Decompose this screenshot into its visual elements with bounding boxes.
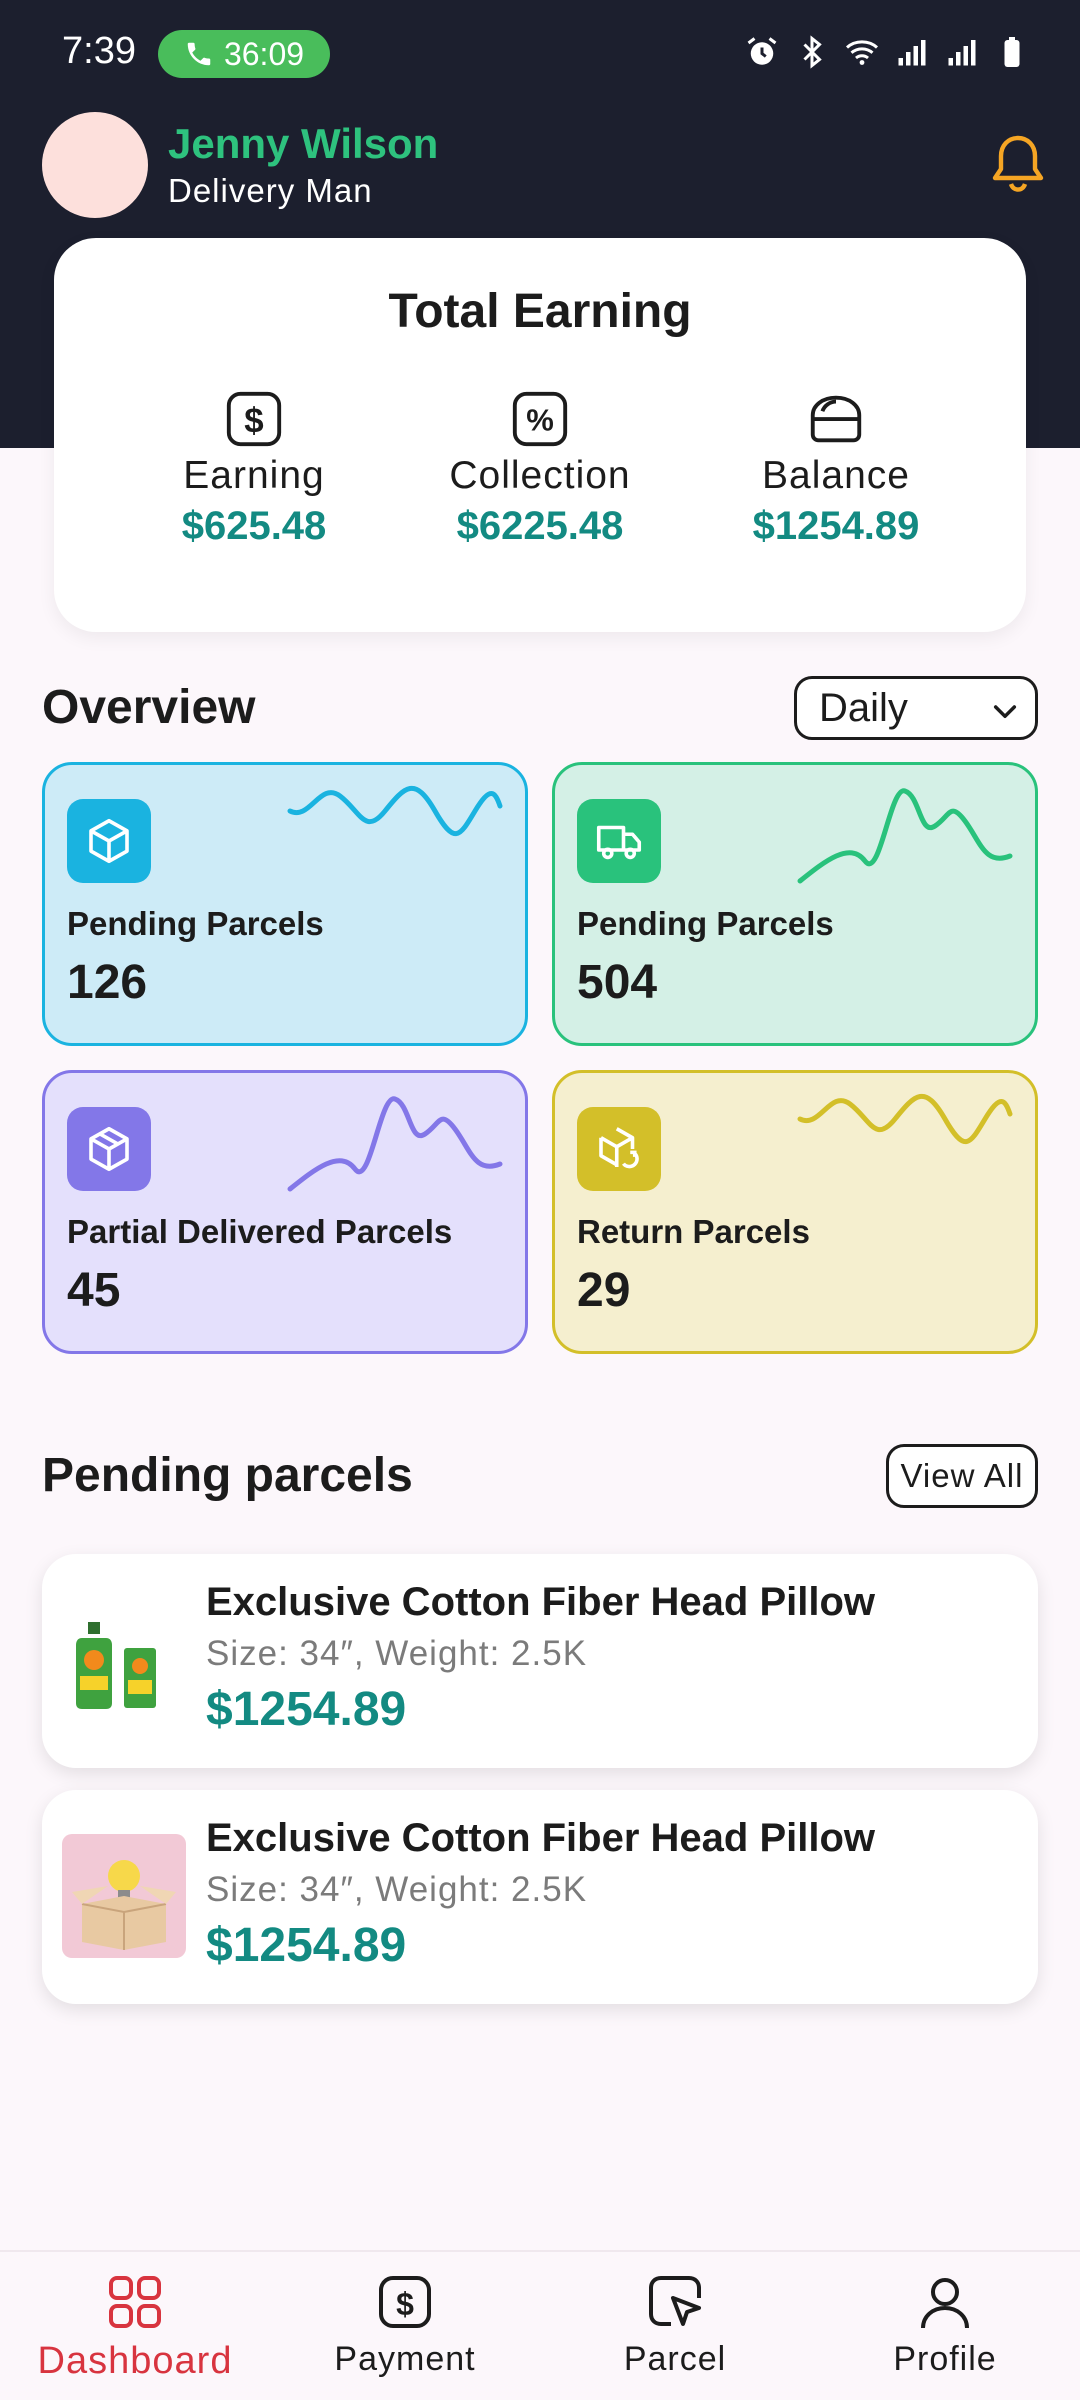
battery-icon: [1004, 37, 1020, 67]
total-earning-card: Total Earning $ Earning $625.48 % Collec…: [54, 238, 1026, 632]
box-icon: [67, 1107, 151, 1191]
parcel-price: $1254.89: [206, 1919, 407, 1972]
svg-text:$: $: [244, 402, 263, 441]
overview-card-pending-parcels-2[interactable]: Pending Parcels 504: [552, 762, 1038, 1046]
parcel-title: Exclusive Cotton Fiber Head Pillow: [206, 1580, 876, 1624]
collection-label: Collection: [449, 454, 631, 497]
bottom-navigation: Dashboard $ Payment Parcel Profile: [0, 2250, 1080, 2400]
period-dropdown-value: Daily: [819, 685, 908, 730]
chevron-down-icon: [993, 705, 1017, 719]
trend-sparkline: [287, 786, 503, 837]
bluetooth-icon: [803, 35, 822, 69]
pending-parcels-title: Pending parcels: [42, 1449, 413, 1502]
overview-card-label: Return Parcels: [577, 1213, 810, 1250]
nav-item-parcel[interactable]: Parcel: [540, 2270, 810, 2379]
wifi-icon: [845, 40, 879, 65]
parcel-meta: Size: 34″, Weight: 2.5K: [206, 1634, 588, 1673]
collection-stat: % Collection $6225.48: [390, 388, 690, 549]
overview-card-label: Pending Parcels: [67, 905, 324, 942]
alarm-icon: [747, 37, 777, 65]
parcel-icon: [649, 2276, 701, 2326]
trend-sparkline: [797, 1094, 1013, 1145]
parcel-price: $1254.89: [206, 1683, 407, 1736]
truck-icon: [577, 799, 661, 883]
overview-card-value: 504: [577, 956, 658, 1009]
overview-card-pending-parcels[interactable]: Pending Parcels 126: [42, 762, 528, 1046]
svg-text:%: %: [526, 403, 554, 438]
trend-sparkline: [797, 788, 1013, 884]
overview-card-partial-delivered-parcels[interactable]: Partial Delivered Parcels 45: [42, 1070, 528, 1354]
status-bar: 7:39 36:09: [0, 0, 1080, 110]
total-earning-title: Total Earning: [388, 285, 692, 338]
avatar[interactable]: [42, 112, 148, 218]
user-role: Delivery Man: [168, 172, 373, 209]
balance-value: $1254.89: [752, 504, 920, 548]
balance-label: Balance: [762, 454, 910, 497]
nav-label: Profile: [893, 2340, 997, 2378]
nav-label: Payment: [334, 2340, 476, 2378]
overview-card-value: 126: [67, 956, 148, 1009]
ongoing-call-pill[interactable]: 36:09: [158, 30, 330, 78]
nav-item-profile[interactable]: Profile: [810, 2270, 1080, 2379]
status-time: 7:39: [62, 30, 136, 72]
payment-icon: $: [379, 2276, 431, 2328]
percent-icon: %: [512, 391, 568, 447]
call-timer: 36:09: [223, 35, 305, 72]
bell-icon[interactable]: [988, 132, 1048, 196]
overview-card-return-parcels[interactable]: Return Parcels 29: [552, 1070, 1038, 1354]
user-name: Jenny Wilson: [168, 120, 439, 167]
dashboard-icon: [109, 2276, 161, 2328]
phone-icon: [187, 42, 211, 66]
product-image: [62, 1834, 186, 1958]
dollar-icon: $: [226, 391, 282, 447]
signal-icon: [898, 40, 926, 66]
balance-stat: Balance $1254.89: [686, 388, 986, 549]
view-all-button[interactable]: View All: [886, 1444, 1038, 1508]
earning-value: $625.48: [181, 504, 327, 548]
status-icons: [744, 34, 1030, 70]
nav-item-dashboard[interactable]: Dashboard: [0, 2270, 270, 2383]
svg-text:$: $: [396, 2286, 414, 2322]
parcel-list-item[interactable]: Exclusive Cotton Fiber Head Pillow Size:…: [42, 1554, 1038, 1768]
overview-card-label: Pending Parcels: [577, 905, 834, 942]
nav-label: Parcel: [623, 2340, 727, 2378]
parcel-meta: Size: 34″, Weight: 2.5K: [206, 1870, 588, 1909]
trend-sparkline: [287, 1096, 503, 1192]
parcel-list-item[interactable]: Exclusive Cotton Fiber Head Pillow Size:…: [42, 1790, 1038, 2004]
nav-label: Dashboard: [37, 2340, 233, 2382]
collection-value: $6225.48: [456, 504, 624, 548]
earning-stat: $ Earning $625.48: [104, 388, 404, 549]
product-image: [62, 1598, 186, 1722]
return-box-icon: [577, 1107, 661, 1191]
signal-icon-2: [948, 40, 976, 66]
parcel-title: Exclusive Cotton Fiber Head Pillow: [206, 1816, 876, 1860]
nav-item-payment[interactable]: $ Payment: [270, 2270, 540, 2379]
overview-card-value: 45: [67, 1264, 121, 1317]
overview-title: Overview: [42, 681, 256, 734]
box-icon: [67, 799, 151, 883]
profile-icon: [921, 2278, 969, 2329]
overview-card-value: 29: [577, 1264, 631, 1317]
overview-card-label: Partial Delivered Parcels: [67, 1213, 453, 1250]
period-dropdown[interactable]: Daily: [794, 676, 1038, 740]
wallet-icon: [810, 395, 862, 443]
earning-label: Earning: [183, 454, 325, 497]
